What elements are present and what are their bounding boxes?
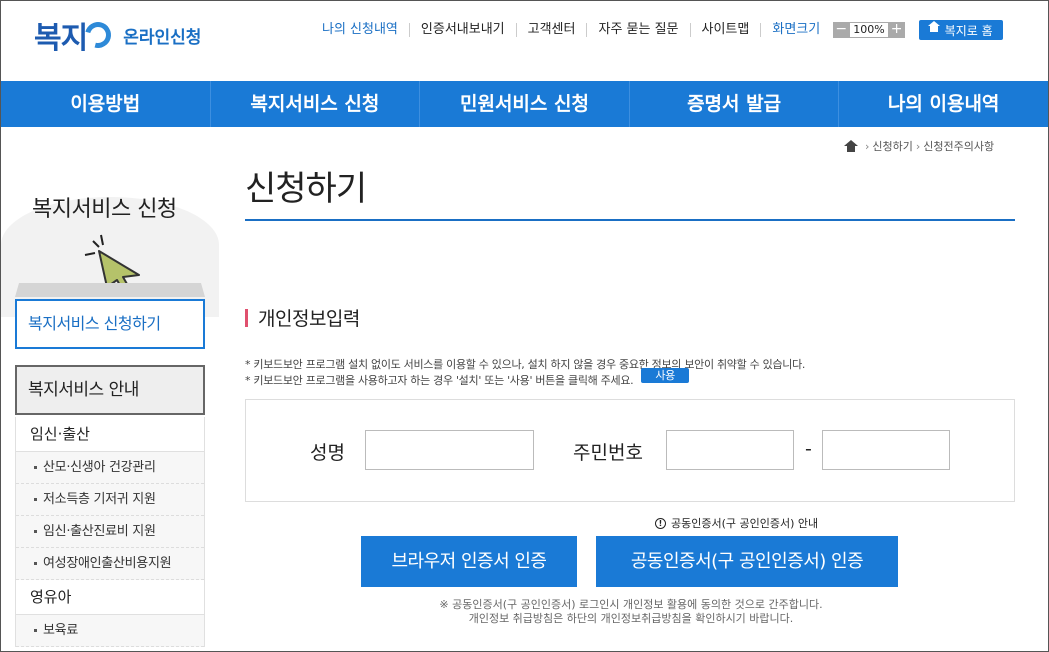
home-icon [927, 20, 940, 35]
util-export-cert[interactable]: 인증서내보내기 [408, 23, 516, 37]
sidebar-subitem[interactable]: 저소득층 기저귀 지원 [16, 484, 204, 516]
rrn-back-input[interactable] [822, 430, 950, 470]
breadcrumb-current: 신청전주의사항 [923, 140, 995, 153]
zoom-in-button[interactable]: + [888, 22, 905, 38]
zoom-value: 100% [849, 22, 889, 38]
nav-civil-apply[interactable]: 민원서비스 신청 [419, 81, 629, 127]
section-title-text: 개인정보입력 [258, 308, 360, 330]
bullet-icon [34, 530, 37, 533]
breadcrumb-apply[interactable]: 신청하기 [872, 138, 912, 154]
logo[interactable]: 복지 온라인신청 [34, 13, 201, 57]
cert-info-link[interactable]: ! 공동인증서(구 공인인증서) 안내 [655, 515, 818, 531]
banner-ledge [15, 283, 205, 297]
bullet-icon [34, 466, 37, 469]
sidebar-subitem[interactable]: 산모·신생아 건강관리 [16, 452, 204, 484]
sidebar-title: 복지서비스 신청 [32, 197, 177, 222]
sidebar-list: 임신·출산 산모·신생아 건강관리 저소득층 기저귀 지원 임신·출산진료비 지… [15, 417, 205, 647]
bullet-icon [34, 562, 37, 565]
zoom-control: − 100% + [833, 22, 905, 38]
home-label: 복지로 홈 [944, 23, 993, 38]
nav-usage[interactable]: 이용방법 [1, 81, 210, 127]
sidebar-subitem[interactable]: 임신·출산진료비 지원 [16, 516, 204, 548]
rrn-dash: - [805, 438, 812, 460]
cert-info-text: 공동인증서(구 공인인증서) 안내 [671, 517, 819, 530]
keyboard-security-use-button[interactable]: 사용 [641, 368, 689, 383]
section-title: 개인정보입력 [245, 304, 360, 331]
name-input[interactable] [365, 430, 534, 470]
zoom-label: 화면크기 [760, 23, 831, 37]
notice-line-1: * 키보드보안 프로그램 설치 없이도 서비스를 이용할 수 있으나, 설치 하… [245, 358, 806, 371]
footnote-line-1: ※ 공동인증서(구 공인인증서) 로그인시 개인정보 활용에 동의한 것으로 간… [439, 598, 823, 611]
info-icon: ! [655, 517, 666, 529]
util-customer-center[interactable]: 고객센터 [515, 23, 587, 37]
logo-text: 복지 [34, 21, 88, 56]
notice-line-2: * 키보드보안 프로그램을 사용하고자 하는 경우 '설치' 또는 '사용' 버… [245, 368, 805, 389]
page-title: 신청하기 [245, 169, 367, 209]
browser-cert-button[interactable]: 브라우저 인증서 인증 [361, 536, 577, 587]
sidebar-item-welfare-apply[interactable]: 복지서비스 신청하기 [15, 299, 205, 349]
nav-welfare-apply[interactable]: 복지서비스 신청 [209, 81, 420, 127]
breadcrumb-separator: › [865, 139, 870, 153]
util-sitemap[interactable]: 사이트맵 [689, 23, 761, 37]
logo-subtitle: 온라인신청 [123, 27, 202, 48]
sidebar-subitem[interactable]: 보육료 [16, 615, 204, 647]
page-frame: 복지 온라인신청 나의 신청내역 인증서내보내기 고객센터 자주 묻는 질문 사… [0, 0, 1049, 652]
home-icon[interactable] [844, 139, 858, 152]
logo-mark: 복지 [34, 13, 116, 57]
rrn-front-input[interactable] [666, 430, 794, 470]
section-accent-bar [245, 308, 248, 327]
security-notice: * 키보드보안 프로그램 설치 없이도 서비스를 이용할 수 있으나, 설치 하… [245, 357, 805, 389]
bullet-icon [34, 629, 37, 632]
sidebar-banner: 복지서비스 신청 [1, 127, 219, 317]
cert-footnote: ※ 공동인증서(구 공인인증서) 로그인시 개인정보 활용에 동의한 것으로 간… [361, 598, 901, 626]
sidebar-subitem[interactable]: 여성장애인출산비용지원 [16, 548, 204, 580]
header: 복지 온라인신청 나의 신청내역 인증서내보내기 고객센터 자주 묻는 질문 사… [1, 1, 1048, 81]
sidebar: 복지서비스 신청 복지서비스 신청하기 복지서비스 안내 임신·출산 산모·신생… [1, 127, 219, 651]
sidebar-item-welfare-guide[interactable]: 복지서비스 안내 [15, 365, 205, 415]
util-faq[interactable]: 자주 묻는 질문 [586, 23, 689, 37]
joint-cert-button[interactable]: 공동인증서(구 공인인증서) 인증 [596, 536, 898, 587]
nav-certificate[interactable]: 증명서 발급 [628, 81, 839, 127]
sidebar-category-infant[interactable]: 영유아 [16, 580, 204, 615]
breadcrumb-separator: › [915, 139, 921, 153]
footnote-line-2: 개인정보 취급방침은 하단의 개인정보취급방침을 확인하시기 바랍니다. [468, 612, 794, 625]
bullet-icon [34, 498, 37, 501]
sidebar-category-pregnancy[interactable]: 임신·출산 [16, 417, 204, 452]
zoom-out-button[interactable]: − [833, 22, 850, 38]
personal-info-form: 성명 주민번호 - [245, 399, 1015, 502]
rrn-label: 주민번호 [573, 442, 643, 464]
util-my-applications[interactable]: 나의 신청내역 [311, 23, 409, 37]
utility-nav: 나의 신청내역 인증서내보내기 고객센터 자주 묻는 질문 사이트맵 화면크기 … [311, 20, 1003, 40]
breadcrumb: › 신청하기 › 신청전주의사항 [844, 138, 994, 154]
bokjiro-home-button[interactable]: 복지로 홈 [918, 20, 1003, 40]
nav-my-history[interactable]: 나의 이용내역 [838, 81, 1048, 127]
name-label: 성명 [310, 442, 345, 464]
main-nav: 이용방법 복지서비스 신청 민원서비스 신청 증명서 발급 나의 이용내역 [1, 81, 1048, 127]
title-divider [245, 219, 1015, 221]
